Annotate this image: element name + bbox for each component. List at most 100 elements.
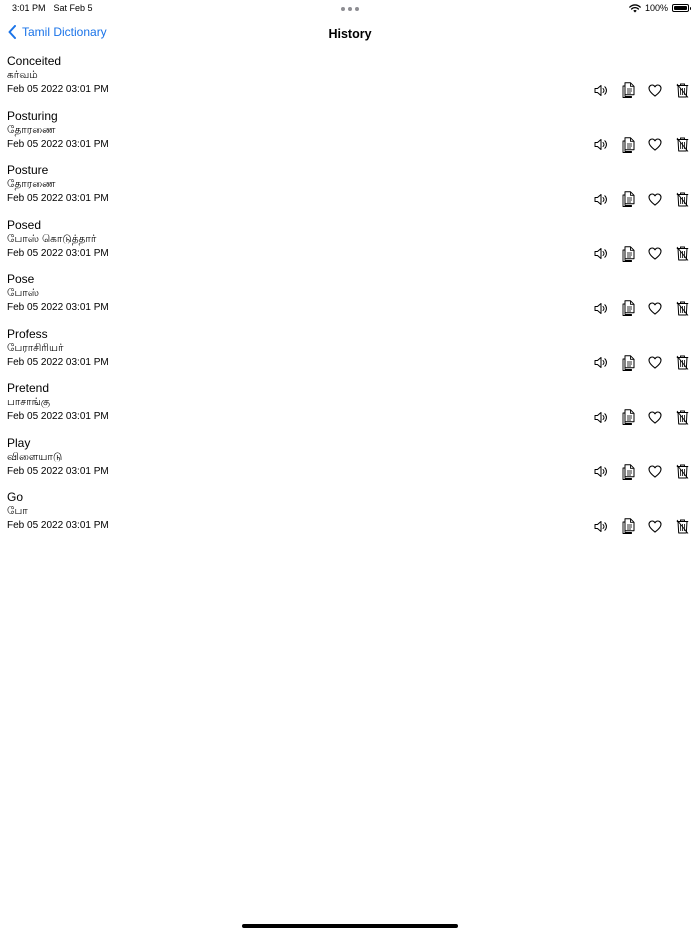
heart-icon [648, 247, 662, 260]
battery-icon [672, 4, 691, 12]
copy-button[interactable] [620, 409, 636, 425]
status-right: 100% [629, 3, 691, 13]
row-actions [593, 463, 690, 480]
timestamp-text: Feb 05 2022 03:01 PM [7, 247, 109, 259]
history-item[interactable]: Pose போஸ் Feb 05 2022 03:01 PM [0, 272, 700, 327]
speak-button[interactable] [593, 355, 609, 371]
translation-text: தோரணை [7, 123, 56, 136]
history-item[interactable]: Go போ Feb 05 2022 03:01 PM [0, 490, 700, 545]
heart-icon [648, 301, 662, 315]
speak-button[interactable] [593, 137, 609, 153]
speaker-icon [594, 84, 607, 96]
history-item[interactable]: Conceited கர்வம் Feb 05 2022 03:01 PM [0, 54, 700, 109]
speaker-icon [594, 248, 607, 259]
copy-button[interactable] [620, 245, 636, 262]
delete-button[interactable] [674, 355, 690, 371]
delete-button[interactable] [674, 246, 690, 262]
status-bar: 3:01 PM Sat Feb 5 100% [0, 0, 700, 18]
timestamp-text: Feb 05 2022 03:01 PM [7, 302, 109, 313]
timestamp-text: Feb 05 2022 03:01 PM [7, 356, 109, 368]
delete-button[interactable] [674, 82, 690, 98]
copy-button[interactable] [620, 82, 636, 98]
translation-text: போஸ் [7, 287, 40, 299]
history-item[interactable]: Posed போஸ் கொடுத்தார் Feb 05 2022 03:01 … [0, 218, 700, 273]
timestamp-text: Feb 05 2022 03:01 PM [7, 465, 109, 477]
history-item[interactable]: Pretend பாசாங்கு Feb 05 2022 03:01 PM [0, 381, 700, 436]
favorite-button[interactable] [647, 300, 663, 316]
delete-button[interactable] [674, 300, 690, 316]
timestamp-text: Feb 05 2022 03:01 PM [7, 520, 109, 531]
history-item[interactable]: Posturing தோரணை Feb 05 2022 03:01 PM [0, 109, 700, 164]
favorite-button[interactable] [647, 82, 663, 98]
copy-icon [622, 300, 634, 316]
copy-button[interactable] [620, 354, 636, 371]
copy-button[interactable] [620, 463, 636, 480]
speak-button[interactable] [593, 191, 609, 207]
speak-button[interactable] [593, 464, 609, 480]
history-item[interactable]: Posture தோரணை Feb 05 2022 03:01 PM [0, 163, 700, 218]
row-actions [593, 82, 690, 98]
timestamp-text: Feb 05 2022 03:01 PM [7, 193, 109, 204]
trash-icon [676, 519, 688, 534]
trash-icon [676, 192, 688, 207]
word-text: Pose [7, 272, 35, 286]
page-title: History [328, 27, 372, 41]
favorite-button[interactable] [647, 518, 663, 534]
translation-text: விளையாடு [7, 450, 63, 463]
favorite-button[interactable] [647, 246, 663, 262]
delete-button[interactable] [674, 409, 690, 425]
row-actions [593, 354, 690, 371]
row-actions [593, 409, 690, 425]
heart-icon [648, 83, 662, 97]
trash-icon [676, 410, 688, 425]
favorite-button[interactable] [647, 355, 663, 371]
speak-button[interactable] [593, 518, 609, 534]
heart-icon [648, 192, 662, 206]
speaker-icon [594, 193, 607, 205]
delete-button[interactable] [674, 191, 690, 207]
favorite-button[interactable] [647, 137, 663, 153]
copy-button[interactable] [620, 136, 636, 153]
dot [355, 7, 359, 11]
battery-level [674, 6, 687, 10]
copy-button[interactable] [620, 300, 636, 316]
favorite-button[interactable] [647, 191, 663, 207]
translation-text: போ [7, 505, 28, 517]
home-indicator[interactable] [242, 924, 458, 928]
word-text: Pretend [7, 381, 50, 395]
heart-icon [648, 465, 662, 478]
timestamp-text: Feb 05 2022 03:01 PM [7, 411, 109, 422]
row-actions [593, 245, 690, 262]
status-date: Sat Feb 5 [53, 3, 93, 13]
multitasking-dots[interactable] [341, 7, 359, 11]
favorite-button[interactable] [647, 464, 663, 480]
heart-icon [648, 356, 662, 369]
copy-icon [622, 354, 634, 371]
timestamp-text: Feb 05 2022 03:01 PM [7, 84, 109, 95]
history-item[interactable]: Profess பேராசிரியர் Feb 05 2022 03:01 PM [0, 327, 700, 382]
heart-icon [648, 519, 662, 533]
speak-button[interactable] [593, 300, 609, 316]
delete-button[interactable] [674, 518, 690, 534]
row-actions [593, 300, 690, 316]
delete-button[interactable] [674, 464, 690, 480]
copy-icon [622, 518, 634, 534]
navigation-bar: Tamil Dictionary History [0, 22, 700, 46]
word-text: Posed [7, 217, 42, 232]
speaker-icon [594, 411, 607, 423]
speaker-icon [594, 466, 607, 477]
favorite-button[interactable] [647, 409, 663, 425]
history-list: Conceited கர்வம் Feb 05 2022 03:01 PM Po… [0, 54, 700, 545]
trash-icon [676, 246, 688, 261]
copy-icon [622, 136, 634, 153]
speaker-icon [594, 139, 607, 150]
heart-icon [648, 410, 662, 424]
speak-button[interactable] [593, 246, 609, 262]
delete-button[interactable] [674, 137, 690, 153]
speak-button[interactable] [593, 82, 609, 98]
history-item[interactable]: Play விளையாடு Feb 05 2022 03:01 PM [0, 436, 700, 491]
copy-button[interactable] [620, 191, 636, 207]
speaker-icon [594, 357, 607, 368]
copy-button[interactable] [620, 518, 636, 534]
speak-button[interactable] [593, 409, 609, 425]
